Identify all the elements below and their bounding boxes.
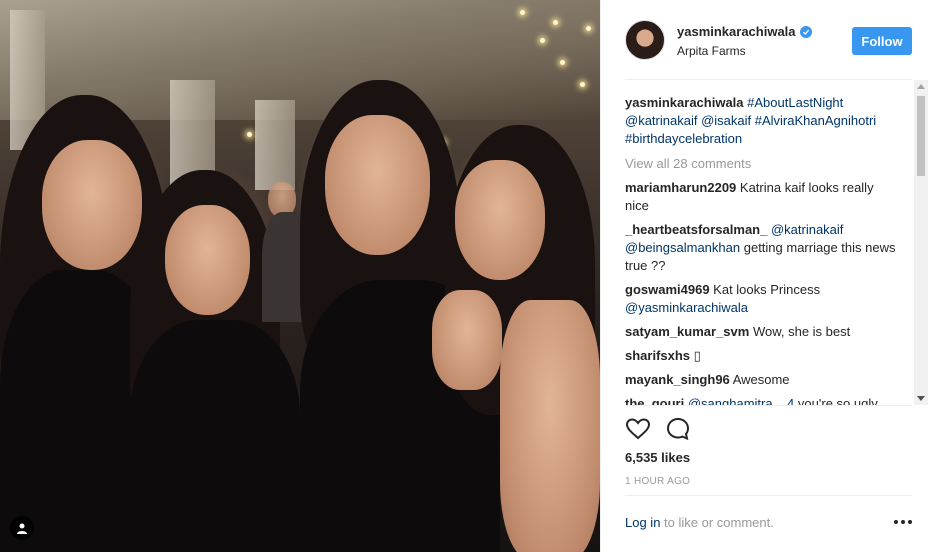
likes-count[interactable]: 6,535 likes	[625, 450, 690, 465]
comment-item: _heartbeatsforsalman_ @katrinakaif @bein…	[625, 221, 900, 275]
view-all-comments-link[interactable]: View all 28 comments	[625, 156, 900, 171]
username-text: yasminkarachiwala	[677, 24, 796, 39]
string-light	[520, 10, 525, 15]
person-face	[165, 205, 250, 315]
mention-link[interactable]: @katrinakaif	[625, 113, 697, 128]
comment-item: mariamharun2209 Katrina kaif looks reall…	[625, 179, 900, 215]
location-link[interactable]: Arpita Farms	[677, 44, 746, 58]
comment-user[interactable]: satyam_kumar_svm	[625, 324, 749, 339]
mention-link[interactable]: @sanghamitra__4	[688, 396, 794, 405]
comment-user[interactable]: goswami4969	[625, 282, 710, 297]
username-link[interactable]: yasminkarachiwala	[677, 24, 812, 39]
string-light	[540, 38, 545, 43]
login-prompt: Log in to like or comment.	[625, 515, 774, 530]
comment-user[interactable]: sharifsxhs	[625, 348, 690, 363]
more-options-icon[interactable]	[894, 517, 912, 527]
comment-item: the_gouri @sanghamitra__4 you're so ugly	[625, 395, 900, 405]
mention-link[interactable]: @isakaif	[701, 113, 751, 128]
comment-icon[interactable]	[665, 416, 691, 442]
divider	[625, 405, 912, 406]
comment-text: Kat looks Princess	[713, 282, 821, 297]
more-dot	[908, 520, 912, 524]
comment-user[interactable]: the_gouri	[625, 396, 684, 405]
comment-item: mayank_singh96 Awesome	[625, 371, 900, 389]
comments-scrollbar[interactable]	[914, 80, 928, 405]
more-dot	[901, 520, 905, 524]
comment-text: Wow, she is best	[752, 324, 851, 339]
scroll-up-icon[interactable]	[917, 84, 925, 89]
comment-user[interactable]: _heartbeatsforsalman_	[625, 222, 767, 237]
person-face	[325, 115, 430, 255]
hashtag-link[interactable]: #AlviraKhanAgnihotri	[755, 113, 876, 128]
comments-list[interactable]: yasminkarachiwala #AboutLastNight @katri…	[625, 80, 928, 405]
hashtag-link[interactable]: #AboutLastNight	[747, 95, 843, 110]
caption: yasminkarachiwala #AboutLastNight @katri…	[625, 94, 900, 148]
instagram-post: yasminkarachiwala Arpita Farms Follow ya…	[0, 0, 935, 552]
string-light	[247, 132, 252, 137]
string-light	[580, 82, 585, 87]
avatar[interactable]	[625, 20, 665, 60]
scroll-down-icon[interactable]	[917, 396, 925, 401]
person-arm	[500, 300, 600, 552]
comment-user[interactable]: mariamharun2209	[625, 180, 736, 195]
scrollbar-thumb[interactable]	[917, 96, 925, 176]
post-sidebar: yasminkarachiwala Arpita Farms Follow ya…	[600, 0, 935, 552]
comment-item: goswami4969 Kat looks Princess @yasminka…	[625, 281, 900, 317]
person-hand	[432, 290, 502, 390]
post-actions	[625, 416, 691, 444]
comment-text: Awesome	[732, 372, 790, 387]
person-face	[455, 160, 545, 280]
post-timestamp[interactable]: 1 HOUR AGO	[625, 476, 690, 487]
comment-user[interactable]: mayank_singh96	[625, 372, 730, 387]
login-prompt-text: to like or comment.	[664, 515, 774, 530]
divider	[625, 495, 912, 496]
comments-content: yasminkarachiwala #AboutLastNight @katri…	[625, 94, 900, 405]
person-face	[42, 140, 142, 270]
comment-text: you're so ugly	[797, 396, 878, 405]
post-photo[interactable]	[0, 0, 600, 552]
comment-item: satyam_kumar_svm Wow, she is best	[625, 323, 900, 341]
mention-link[interactable]: @yasminkarachiwala	[625, 300, 748, 315]
login-link[interactable]: Log in	[625, 515, 660, 530]
user-tag-icon[interactable]	[10, 516, 34, 540]
string-light	[553, 20, 558, 25]
comment-item: sharifsxhs ▯	[625, 347, 900, 365]
caption-user[interactable]: yasminkarachiwala	[625, 95, 744, 110]
string-light	[560, 60, 565, 65]
verified-badge-icon	[799, 25, 812, 38]
photo-pillar	[255, 100, 295, 190]
string-light	[586, 26, 591, 31]
more-dot	[894, 520, 898, 524]
follow-button[interactable]: Follow	[852, 27, 912, 55]
person-body	[130, 320, 300, 552]
post-header: yasminkarachiwala Arpita Farms Follow	[601, 0, 935, 80]
heart-icon[interactable]	[625, 416, 651, 442]
hashtag-link[interactable]: #birthdaycelebration	[625, 131, 742, 146]
comment-text: ▯	[693, 348, 701, 363]
